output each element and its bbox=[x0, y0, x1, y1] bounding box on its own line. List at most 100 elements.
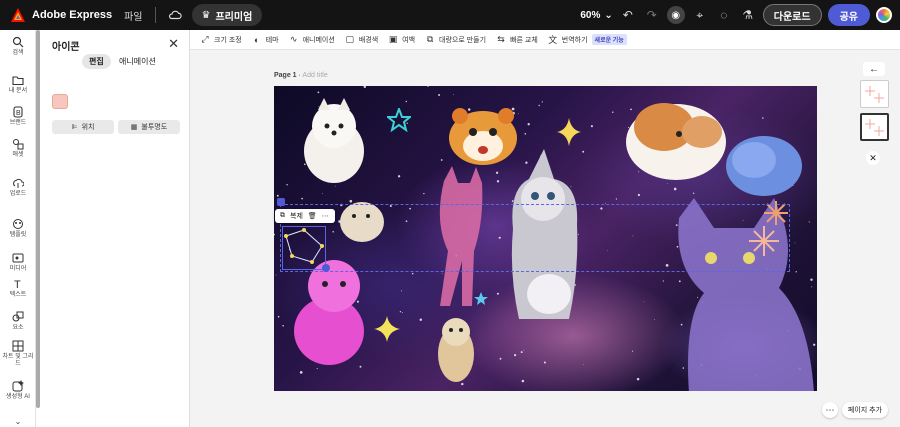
translate-icon: 文 bbox=[548, 35, 558, 45]
rail-item-upload[interactable]: 업로드 bbox=[0, 177, 36, 198]
rail-item-grid[interactable]: 차트 및 그리드 bbox=[0, 340, 36, 368]
guinea-pig-sticker[interactable] bbox=[624, 92, 729, 184]
position-label: 위치 bbox=[81, 124, 95, 131]
page-title-input[interactable]: Add title bbox=[302, 72, 327, 79]
rail-item-template[interactable]: 템플릿 bbox=[0, 218, 36, 239]
duplicate-label[interactable]: 복제 bbox=[290, 211, 303, 221]
group-selection-outline bbox=[280, 204, 790, 272]
panel-scrollbar[interactable] bbox=[36, 30, 40, 408]
opacity-button[interactable]: ▦ 불투명도 bbox=[118, 120, 180, 134]
more-icon[interactable]: ⋯ bbox=[322, 212, 329, 220]
replace-icon: ⇆ bbox=[497, 34, 505, 44]
redo-icon[interactable]: ↷ bbox=[643, 6, 661, 24]
puppy-sticker[interactable] bbox=[294, 96, 374, 191]
hamster-bottom-sticker[interactable] bbox=[434, 314, 479, 384]
color-swatch[interactable] bbox=[52, 94, 68, 109]
blue-star-icon[interactable] bbox=[474, 292, 488, 306]
avatar[interactable] bbox=[876, 7, 892, 23]
zoom-select[interactable]: 60% ⌄ bbox=[580, 10, 612, 21]
opacity-label: 불투명도 bbox=[141, 124, 168, 131]
file-menu[interactable]: 파일 bbox=[124, 8, 142, 23]
align-icon: ⊫ bbox=[71, 124, 78, 131]
undo-icon[interactable]: ↶ bbox=[619, 6, 637, 24]
translate-button[interactable]: 文 번역하기 새로운 기능 bbox=[548, 34, 627, 45]
group-handle[interactable] bbox=[277, 198, 285, 206]
pink-fold-cat-sticker[interactable] bbox=[289, 256, 369, 366]
crown-icon: ♛ bbox=[201, 9, 211, 21]
translate-label: 번역하기 bbox=[561, 36, 588, 44]
collaborator-icon[interactable]: ◉ bbox=[666, 6, 685, 24]
page-thumbnail[interactable] bbox=[860, 80, 889, 108]
teal-star-icon[interactable] bbox=[387, 108, 411, 132]
rail-item-search[interactable]: 검색 bbox=[0, 36, 36, 57]
download-button[interactable]: 다운로드 bbox=[762, 4, 822, 26]
theme-button[interactable]: ◐ 테마 bbox=[252, 35, 279, 45]
icon-panel: 아이콘 ✕ 편집 애니메이션 ⊫ 위치 ▦ 불투명도 bbox=[36, 30, 190, 427]
rail-item-media[interactable]: 미디어 bbox=[0, 252, 36, 273]
cloud-icon[interactable] bbox=[168, 8, 182, 22]
tab-edit[interactable]: 편집 bbox=[82, 54, 111, 69]
yellow-sparkle-icon[interactable] bbox=[374, 316, 400, 342]
item-selection-outline bbox=[282, 226, 326, 270]
new-feature-badge: 새로운 기능 bbox=[591, 34, 627, 45]
rail-item-folder[interactable]: 내 문서 bbox=[0, 74, 36, 95]
trash-icon[interactable]: 🗑 bbox=[308, 212, 317, 220]
page-number: Page 1 bbox=[274, 72, 297, 79]
share-button[interactable]: 공유 bbox=[827, 4, 870, 26]
canvas-artboard[interactable] bbox=[274, 86, 817, 391]
tab-animation[interactable]: 애니메이션 bbox=[112, 54, 163, 69]
grid-icon bbox=[12, 340, 24, 352]
thumbnail-sparkle-icon bbox=[865, 119, 884, 136]
rail-item-label: 애셋 bbox=[12, 152, 24, 158]
flask-icon[interactable]: ⚗ bbox=[739, 6, 757, 24]
rail-scroll-down-icon[interactable]: ⌄ bbox=[0, 418, 36, 426]
resize-label: 크기 조정 bbox=[214, 36, 242, 44]
ai-icon bbox=[12, 380, 24, 392]
bulk-create-button[interactable]: ⧉ 대량으로 만들기 bbox=[425, 34, 487, 45]
rail-item-label: 검색 bbox=[12, 50, 24, 56]
elements-icon bbox=[12, 311, 24, 322]
rail-item-ai[interactable]: 생성형 AI bbox=[0, 380, 36, 401]
margin-button[interactable]: ▣ 여백 bbox=[388, 34, 416, 45]
adobe-express-logo[interactable] bbox=[10, 7, 26, 23]
position-button[interactable]: ⊫ 위치 bbox=[52, 120, 114, 134]
rail-item-label: 내 문서 bbox=[8, 88, 28, 94]
duplicate-icon[interactable]: ⧉ bbox=[280, 212, 285, 220]
rail-item-label: 생성형 AI bbox=[6, 394, 30, 400]
location-pin-icon[interactable]: ⌖ bbox=[691, 6, 709, 24]
animation-button[interactable]: ∿ 애니메이션 bbox=[289, 34, 335, 45]
premium-button[interactable]: ♛ 프리미엄 bbox=[191, 4, 263, 26]
quick-replace-button[interactable]: ⇆ 빠른 교체 bbox=[496, 34, 538, 45]
rail-item-elements[interactable]: 요소 bbox=[0, 311, 36, 332]
back-arrow-icon[interactable]: ← bbox=[863, 62, 885, 76]
blue-knit-sticker[interactable] bbox=[724, 128, 804, 198]
comment-icon[interactable]: ◌ bbox=[715, 6, 733, 24]
rail-item-brand[interactable]: B 브랜드 bbox=[0, 106, 36, 127]
bulk-create-label: 대량으로 만들기 bbox=[439, 36, 487, 44]
rail-item-shapes[interactable]: 애셋 bbox=[0, 138, 36, 159]
svg-text:B: B bbox=[16, 110, 21, 117]
more-options-icon[interactable]: ⋯ bbox=[822, 402, 838, 418]
margin-label: 여백 bbox=[402, 36, 416, 44]
app-title: Adobe Express bbox=[32, 9, 113, 21]
thumbnail-sparkle-icon bbox=[865, 86, 884, 103]
context-toolbar: ⧉ 복제 🗑 ⋯ bbox=[275, 209, 335, 223]
document-toolbar: ⤢ 크기 조정 ◐ 테마 ∿ 애니메이션 ▢ 배경색 ▣ 여백 ⧉ 대량으로 만들기 ⇆ 빠른… bbox=[190, 30, 900, 50]
media-icon bbox=[12, 253, 24, 263]
page-thumbnail-active[interactable] bbox=[860, 113, 889, 141]
close-icon[interactable]: ✕ bbox=[866, 151, 880, 165]
resize-icon: ⤢ bbox=[201, 34, 209, 44]
close-icon[interactable]: ✕ bbox=[168, 36, 179, 52]
theme-label: 테마 bbox=[265, 36, 279, 44]
background-button[interactable]: ▢ 배경색 bbox=[345, 34, 379, 45]
left-rail: 검색내 문서 B 브랜드애셋업로드템플릿미디어 T 텍스트요소차트 및 그리드생성형 A… bbox=[0, 30, 36, 427]
resize-button[interactable]: ⤢ 크기 조정 bbox=[200, 34, 242, 45]
rotate-handle[interactable] bbox=[322, 264, 330, 272]
animation-icon: ∿ bbox=[289, 34, 298, 44]
gold-sparkle-icon[interactable] bbox=[557, 118, 581, 146]
animation-label: 애니메이션 bbox=[302, 36, 335, 44]
add-page-button[interactable]: 페이지 추가 bbox=[842, 402, 888, 418]
page-label[interactable]: Page 1 · Add title bbox=[274, 72, 328, 79]
rail-item-text[interactable]: T 텍스트 bbox=[0, 278, 36, 299]
rail-item-label: 템플릿 bbox=[9, 232, 27, 238]
